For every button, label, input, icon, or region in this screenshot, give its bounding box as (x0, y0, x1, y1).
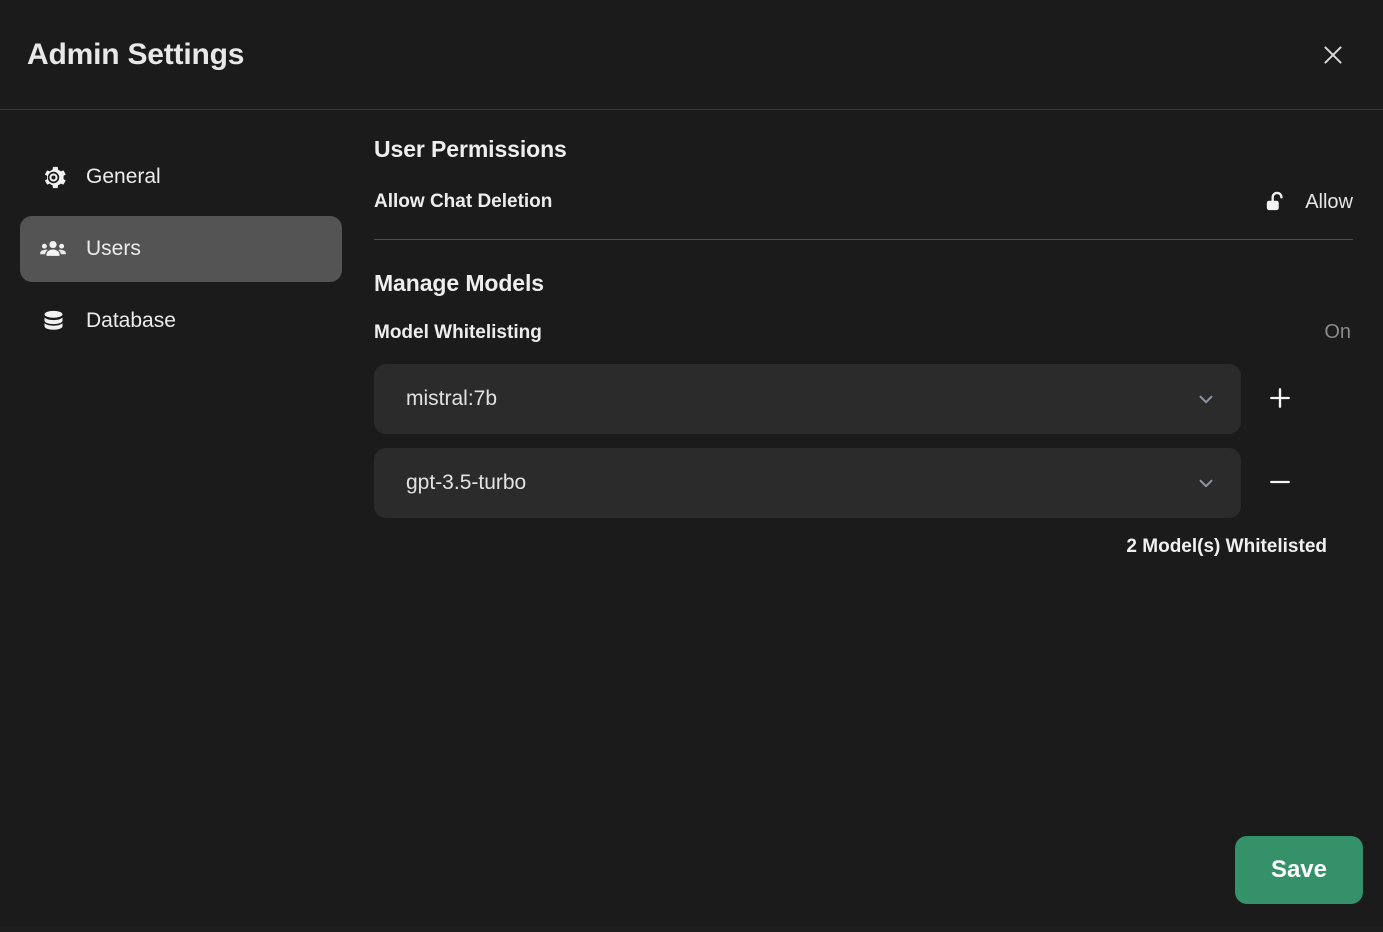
sidebar-item-label: Users (86, 237, 141, 260)
manage-models-heading: Manage Models (374, 270, 544, 296)
sidebar-item-users[interactable]: Users (20, 216, 342, 282)
sidebar-item-general[interactable]: General (20, 144, 342, 210)
user-permissions-heading: User Permissions (374, 136, 567, 162)
modal-header: Admin Settings (0, 0, 1383, 110)
settings-sidebar: General Users Database (20, 136, 342, 836)
section-divider (374, 239, 1353, 240)
model-row: mistral:7b (374, 364, 1353, 434)
sidebar-item-database[interactable]: Database (20, 288, 342, 354)
whitelisted-count: 2 Model(s) Whitelisted (1126, 536, 1327, 557)
remove-model-button[interactable] (1257, 460, 1303, 506)
sidebar-item-label: General (86, 165, 161, 188)
save-button[interactable]: Save (1234, 836, 1363, 904)
unlock-icon (1261, 187, 1291, 217)
chevron-down-icon (1195, 472, 1217, 494)
model-select-2[interactable]: gpt-3.5-turbo (374, 448, 1241, 518)
admin-settings-modal: Admin Settings General Users Database Us… (0, 0, 1383, 932)
model-select-value: gpt-3.5-turbo (406, 471, 527, 494)
gear-icon (38, 162, 68, 192)
model-whitelisting-toggle[interactable]: On (1322, 321, 1353, 344)
allow-chat-deletion-state: Allow (1305, 190, 1353, 213)
model-select-1[interactable]: mistral:7b (374, 364, 1241, 434)
minus-icon (1266, 468, 1294, 499)
plus-icon (1266, 384, 1294, 415)
settings-content: User Permissions Allow Chat Deletion All… (342, 136, 1353, 836)
model-select-value: mistral:7b (406, 387, 498, 410)
allow-chat-deletion-label: Allow Chat Deletion (374, 191, 553, 212)
modal-footer: Save (0, 836, 1383, 932)
bottom-strip (0, 926, 1383, 932)
chevron-down-icon (1195, 388, 1217, 410)
model-whitelisting-row: Model Whitelisting On (374, 321, 1353, 344)
close-button[interactable] (1313, 35, 1353, 75)
page-title: Admin Settings (27, 37, 245, 71)
sidebar-item-label: Database (86, 309, 176, 332)
users-icon (38, 234, 68, 264)
database-icon (38, 306, 68, 336)
add-model-button[interactable] (1257, 376, 1303, 422)
allow-chat-deletion-row: Allow Chat Deletion Allow (374, 187, 1353, 217)
allow-chat-deletion-toggle[interactable]: Allow (1261, 187, 1353, 217)
model-row: gpt-3.5-turbo (374, 448, 1353, 518)
modal-body: General Users Database User Permissions … (0, 110, 1383, 836)
close-icon (1320, 42, 1346, 68)
model-whitelisting-label: Model Whitelisting (374, 321, 542, 343)
